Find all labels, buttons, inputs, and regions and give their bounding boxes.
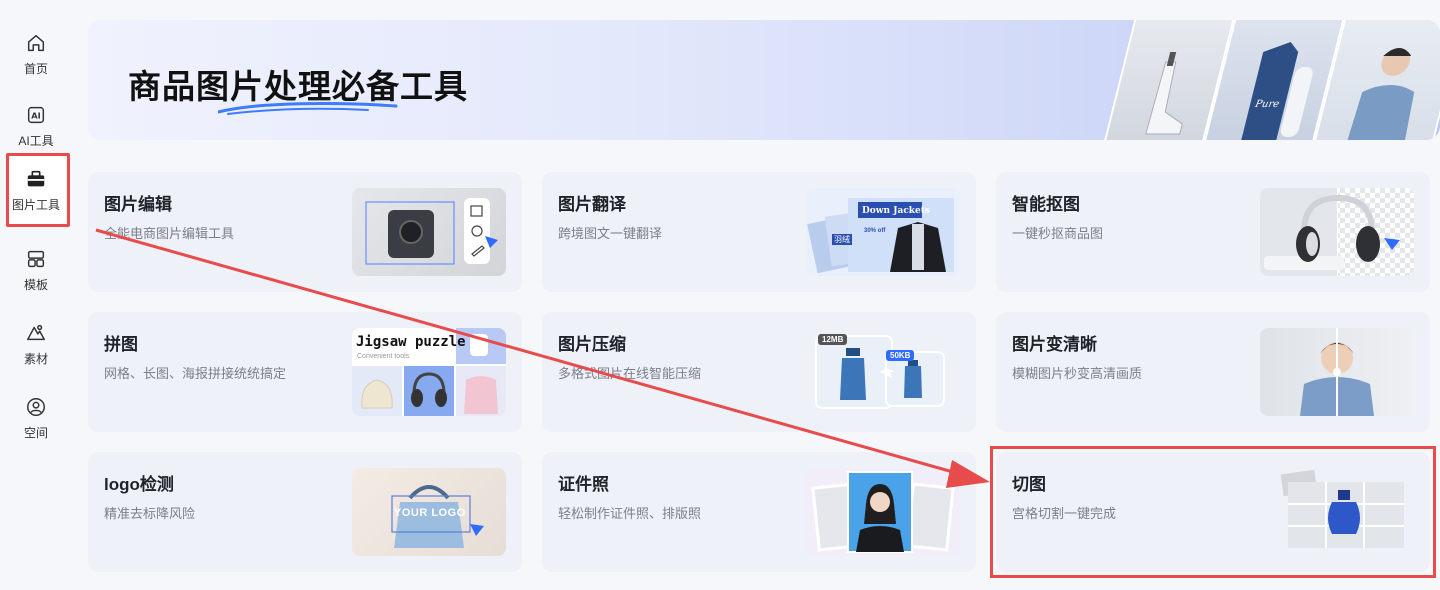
card-title: 图片变清晰 (1012, 335, 1097, 354)
card-desc: 网格、长图、海报拼接统统搞定 (104, 366, 287, 381)
nav-home[interactable]: 首页 (6, 20, 66, 88)
card-desc: 精准去标降风险 (104, 506, 196, 521)
card-desc: 跨境图文一键翻译 (558, 226, 663, 241)
nav-space-label: 空间 (23, 425, 48, 440)
tool-card-smart-cutout[interactable]: 智能抠图 一键秒抠商品图 (996, 172, 1430, 292)
nav-home-label: 首页 (23, 61, 48, 76)
card-desc: 模糊图片秒变高清画质 (1012, 366, 1143, 381)
hero-banner: 商品图片处理必备工具 Pure (88, 20, 1440, 140)
tool-card-collage[interactable]: 拼图 网格、长图、海报拼接统统搞定 Jigsaw puzzle Convenie… (88, 312, 522, 432)
nav-materials-label: 素材 (23, 351, 48, 366)
banner-swoosh-decoration (218, 102, 398, 115)
nav-image-tools-label: 图片工具 (11, 197, 60, 212)
card-desc: 全能电商图片编辑工具 (104, 226, 235, 241)
nav-ai-label: AI工具 (18, 133, 54, 148)
size-before-badge: 12MB (818, 334, 848, 345)
card-title: 图片压缩 (558, 335, 626, 354)
tool-card-image-translate[interactable]: 图片翻译 跨境图文一键翻译 Down Jackets 30% off 羽绒 (542, 172, 976, 292)
nav-materials[interactable]: 素材 (6, 310, 66, 378)
card-thumbnail (1260, 468, 1414, 556)
card-thumbnail: Down Jackets 30% off 羽绒 (806, 188, 960, 276)
card-title: logo检测 (104, 475, 174, 494)
card-title: 智能抠图 (1012, 195, 1080, 214)
carton-brand-text: Pure (1253, 99, 1281, 110)
template-icon (27, 250, 45, 267)
thumb-subtext: 30% off (864, 228, 886, 234)
portrait-enhance-illustration (1300, 328, 1374, 416)
home-icon (27, 34, 45, 51)
banner-product-collage: Pure (1099, 20, 1440, 140)
grid-slice-illustration (1280, 469, 1404, 548)
tool-card-enhance[interactable]: 图片变清晰 模糊图片秒变高清画质 (996, 312, 1430, 432)
size-after-badge: 50KB (886, 350, 915, 361)
material-icon (27, 324, 45, 340)
card-desc: 多格式图片在线智能压缩 (558, 366, 702, 381)
card-thumbnail: YOUR LOGO (352, 468, 506, 556)
card-title: 证件照 (558, 475, 609, 494)
tool-card-id-photo[interactable]: 证件照 轻松制作证件照、排版照 (542, 452, 976, 572)
thumb-text: Down Jackets (862, 206, 930, 216)
tool-card-compress[interactable]: 图片压缩 多格式图片在线智能压缩 12MB 50KB (542, 312, 976, 432)
ai-icon: AI (27, 106, 45, 123)
tool-card-slice[interactable]: 切图 宫格切割一键完成 (996, 452, 1430, 572)
sidebar: 首页 AI AI工具 图片工具 模板 素材 空间 (0, 0, 72, 590)
nav-templates-label: 模板 (23, 277, 48, 292)
card-thumbnail (806, 468, 960, 556)
nav-space[interactable]: 空间 (6, 384, 66, 452)
headphones-cutout-illustration (1264, 188, 1414, 276)
thumb-tag: 羽绒 (832, 234, 852, 245)
user-space-icon (27, 397, 45, 416)
card-thumbnail: 12MB 50KB (806, 328, 960, 416)
card-title: 拼图 (104, 335, 138, 354)
speaker-edit-illustration (365, 198, 498, 265)
card-thumbnail (1260, 328, 1414, 416)
tool-card-logo-detect[interactable]: logo检测 精准去标降风险 YOUR LOGO (88, 452, 522, 572)
nav-image-tools[interactable]: 图片工具 (6, 156, 66, 224)
card-desc: 宫格切割一键完成 (1012, 506, 1117, 521)
id-photo-illustration (811, 471, 955, 553)
card-thumbnail (1260, 188, 1414, 276)
card-desc: 一键秒抠商品图 (1012, 226, 1104, 241)
toolbox-icon (27, 170, 45, 186)
logo-watermark-text: YOUR LOGO (394, 507, 466, 519)
svg-text:AI: AI (31, 110, 40, 120)
card-title: 图片翻译 (558, 195, 626, 214)
card-thumbnail: Jigsaw puzzle Convenient tools (352, 328, 506, 416)
card-thumbnail (352, 188, 506, 276)
card-title: 切图 (1012, 475, 1046, 494)
tool-card-image-edit[interactable]: 图片编辑 全能电商图片编辑工具 (88, 172, 522, 292)
nav-ai-tools[interactable]: AI AI工具 (6, 92, 66, 160)
thumb-subtext: Convenient tools (357, 353, 410, 360)
thumb-text: Jigsaw puzzle (356, 334, 466, 350)
nav-templates[interactable]: 模板 (6, 236, 66, 304)
card-title: 图片编辑 (104, 195, 172, 214)
card-desc: 轻松制作证件照、排版照 (558, 506, 702, 521)
